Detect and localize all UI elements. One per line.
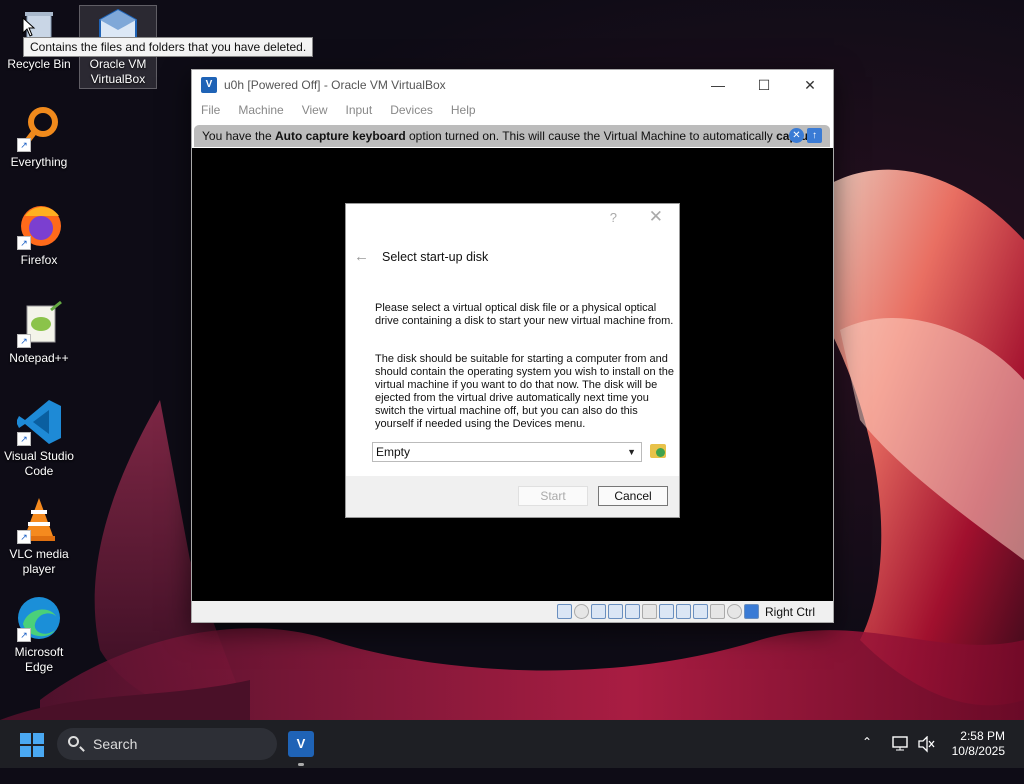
startup-disk-dialog[interactable]: ? ✕ ← Select start-up disk Please select… (345, 203, 680, 518)
clock-date: 10/8/2025 (951, 744, 1005, 758)
notepad-plus-plus-icon: ↗ (15, 300, 63, 348)
search-magnifier-icon: ↗ (15, 104, 63, 152)
window-title: u0h [Powered Off] - Oracle VM VirtualBox (224, 78, 446, 92)
desktop-icon-vlc[interactable]: ↗ VLC media player (1, 496, 77, 577)
volume-muted-icon[interactable] (918, 736, 936, 784)
mouse-cursor-icon (22, 17, 36, 37)
start-button[interactable]: Start (518, 486, 588, 506)
menu-help[interactable]: Help (451, 103, 476, 117)
show-hidden-icons-chevron-icon[interactable]: ⌃ (862, 735, 872, 783)
taskbar-search-box[interactable]: Search (57, 728, 277, 760)
help-button[interactable]: ? (610, 210, 617, 225)
desktop-icon-vscode[interactable]: ↗ Visual Studio Code (1, 398, 77, 479)
banner-close-icon[interactable]: ✕ (789, 128, 804, 143)
recycle-bin-tooltip: Contains the files and folders that you … (23, 37, 314, 57)
hard-disk-icon[interactable] (556, 604, 572, 619)
cpu-icon[interactable] (709, 604, 725, 619)
desktop-icon-label: Everything (10, 155, 68, 169)
banner-text: option turned on. This will cause the Vi… (405, 129, 777, 143)
menu-devices[interactable]: Devices (390, 103, 433, 117)
search-icon (68, 736, 79, 747)
recording-icon[interactable] (675, 604, 691, 619)
taskbar-clock[interactable]: 2:58 PM 10/8/2025 (952, 729, 1005, 759)
shortcut-arrow-icon: ↗ (17, 138, 31, 152)
dialog-title: Select start-up disk (382, 250, 489, 264)
menu-machine[interactable]: Machine (238, 103, 283, 117)
disk-select-value: Empty (376, 445, 411, 459)
shared-folders-icon[interactable] (641, 604, 657, 619)
menu-file[interactable]: File (201, 103, 220, 117)
banner-text: You have the (202, 129, 275, 143)
host-key-label: Right Ctrl (764, 604, 815, 619)
desktop-icon-label: Notepad++ (9, 351, 69, 365)
cancel-button[interactable]: Cancel (598, 486, 668, 506)
virtualization-icon[interactable] (692, 604, 708, 619)
close-button[interactable]: ✕ (787, 70, 833, 100)
maximize-button[interactable]: ☐ (741, 70, 787, 100)
start-menu-button[interactable] (20, 733, 44, 757)
auto-capture-banner: You have the Auto capture keyboard optio… (194, 125, 830, 147)
desktop-icon-firefox[interactable]: ↗ Firefox (1, 202, 77, 268)
network-icon[interactable] (607, 604, 623, 619)
shortcut-arrow-icon: ↗ (17, 628, 31, 642)
desktop-icon-label: Recycle Bin (7, 57, 71, 71)
desktop-icon-label: Oracle VM VirtualBox (89, 57, 147, 86)
taskbar: Search V ⌃ 2:58 PM 10/8/2025 (0, 720, 1024, 768)
menu-bar: File Machine View Input Devices Help (192, 100, 833, 120)
desktop-icon-label: Visual Studio Code (4, 449, 74, 478)
vscode-icon: ↗ (15, 398, 63, 446)
vm-status-bar: Right Ctrl (192, 601, 833, 622)
taskbar-virtualbox-button[interactable]: V (288, 731, 314, 757)
desktop-icon-notepadpp[interactable]: ↗ Notepad++ (1, 300, 77, 366)
disk-select[interactable]: Empty ▼ (372, 442, 642, 462)
optical-drive-icon[interactable] (573, 604, 589, 619)
window-titlebar[interactable]: V u0h [Powered Off] - Oracle VM VirtualB… (192, 70, 833, 100)
back-arrow-icon[interactable]: ← (354, 248, 369, 265)
audio-icon[interactable] (590, 604, 606, 619)
choose-disk-file-icon[interactable] (650, 444, 666, 458)
shortcut-arrow-icon: ↗ (17, 334, 31, 348)
desktop-icon-label: Firefox (20, 253, 58, 267)
banner-bold-text: Auto capture keyboard (274, 129, 406, 143)
search-placeholder: Search (93, 736, 138, 752)
shortcut-arrow-icon: ↗ (17, 236, 31, 250)
menu-input[interactable]: Input (346, 103, 373, 117)
keyboard-capture-icon[interactable] (743, 604, 759, 619)
clock-time: 2:58 PM (960, 729, 1005, 743)
mouse-integration-icon[interactable] (726, 604, 742, 619)
dialog-close-button[interactable]: ✕ (649, 207, 663, 227)
desktop-icon-label: Microsoft Edge (14, 645, 64, 674)
dialog-paragraph-1: Please select a virtual optical disk fil… (375, 302, 674, 327)
desktop-icon-edge[interactable]: ↗ Microsoft Edge (1, 594, 77, 675)
shortcut-arrow-icon: ↗ (17, 432, 31, 446)
menu-view[interactable]: View (302, 103, 328, 117)
usb-icon[interactable] (624, 604, 640, 619)
dialog-button-bar: Start Cancel (346, 476, 679, 517)
minimize-button[interactable]: — (695, 70, 741, 100)
firefox-icon: ↗ (15, 202, 63, 250)
dialog-titlebar: ? ✕ (346, 204, 679, 232)
display-icon[interactable] (658, 604, 674, 619)
desktop-icon-everything[interactable]: ↗ Everything (1, 104, 77, 170)
shortcut-arrow-icon: ↗ (17, 530, 31, 544)
virtualbox-app-icon: V (201, 77, 217, 93)
vlc-icon: ↗ (15, 496, 63, 544)
edge-icon: ↗ (15, 594, 63, 642)
dialog-paragraph-2: The disk should be suitable for starting… (375, 353, 675, 430)
network-tray-icon[interactable] (892, 736, 910, 784)
banner-hide-icon[interactable]: ↑ (807, 128, 822, 143)
running-app-indicator (298, 763, 304, 766)
chevron-down-icon: ▼ (627, 447, 636, 457)
desktop-icon-label: VLC media player (9, 547, 69, 576)
